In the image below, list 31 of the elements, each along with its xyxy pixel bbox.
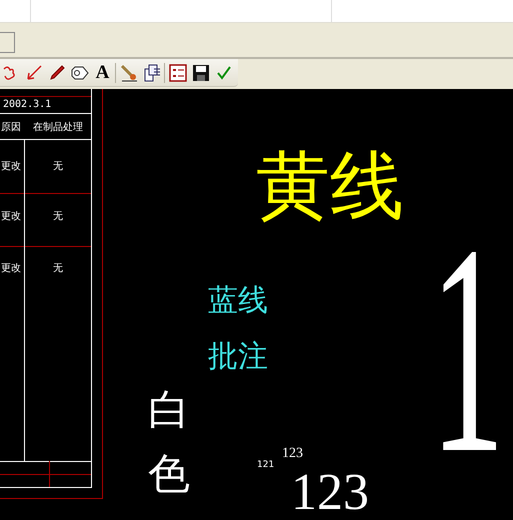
number-text: 123 — [291, 467, 369, 519]
list-icon — [168, 64, 186, 82]
table-header: 原因 — [1, 121, 21, 134]
brush-icon — [120, 64, 138, 82]
check-icon — [214, 64, 232, 82]
table-cell-text: 无 — [53, 160, 63, 173]
save-tool-button[interactable] — [190, 62, 211, 83]
small-number-text: 123 — [282, 447, 303, 461]
annotation-text: 白 — [148, 389, 190, 431]
table-cell-text: 无 — [53, 210, 63, 223]
save-icon — [192, 64, 210, 82]
table-cell-text: 更改 — [1, 262, 21, 275]
annotation-text: 批注 — [208, 342, 268, 372]
pencil-icon — [48, 64, 66, 82]
list-tool-button[interactable] — [167, 62, 188, 83]
text-tool-button[interactable]: A — [92, 62, 113, 83]
annotation-text: 色 — [148, 453, 190, 495]
brush-tool-button[interactable] — [118, 62, 139, 83]
small-number-text: 121 — [257, 461, 274, 470]
arrow-icon — [24, 64, 42, 82]
button[interactable] — [0, 32, 15, 53]
table-cell-text: 更改 — [1, 160, 21, 173]
large-number-text: 1 — [430, 199, 505, 499]
document-icon — [142, 64, 160, 82]
table-header: 在制品处理 — [33, 120, 83, 134]
tag-icon — [70, 64, 88, 82]
table-cell-text: 无 — [53, 262, 63, 275]
annotation-text: 黄线 — [256, 149, 404, 223]
annotation-text: 蓝线 — [208, 286, 268, 316]
table-cell-text: 更改 — [1, 210, 21, 223]
table-cell: 2002.3.1 — [3, 99, 52, 110]
